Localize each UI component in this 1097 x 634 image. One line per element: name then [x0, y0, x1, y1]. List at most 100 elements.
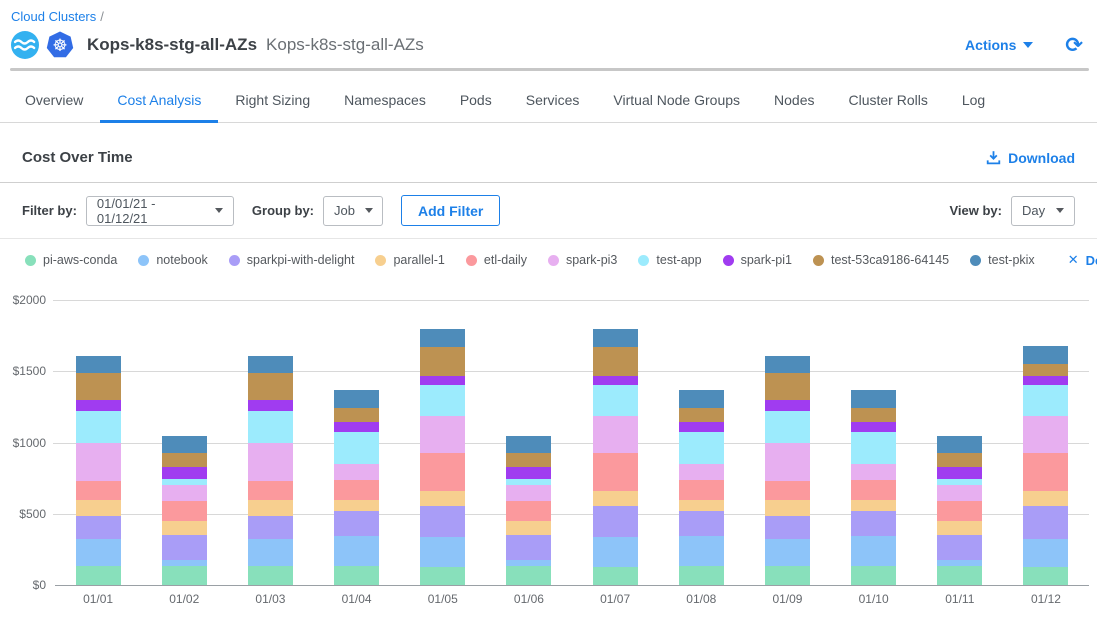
bar-segment-spark-pi1[interactable]: [593, 376, 638, 385]
bar-segment-spark-pi3[interactable]: [1023, 416, 1068, 454]
bar-01-10[interactable]: [851, 390, 896, 585]
bar-01-07[interactable]: [593, 329, 638, 585]
refresh-icon[interactable]: ⟳: [1065, 35, 1083, 56]
bar-segment-spark-pi3[interactable]: [76, 443, 121, 482]
bar-segment-parallel-1[interactable]: [334, 500, 379, 511]
bar-segment-pi-aws-conda[interactable]: [162, 566, 207, 585]
bar-01-08[interactable]: [679, 390, 724, 585]
bar-01-03[interactable]: [248, 356, 293, 585]
tab-namespaces[interactable]: Namespaces: [327, 92, 443, 123]
bar-segment-etl-daily[interactable]: [334, 480, 379, 500]
bar-segment-test-pkix[interactable]: [248, 356, 293, 373]
bar-segment-test-53ca9186-64145[interactable]: [593, 347, 638, 376]
bar-segment-sparkpi-with-delight[interactable]: [937, 535, 982, 560]
group-by-dropdown[interactable]: Job: [323, 196, 383, 226]
tab-cost-analysis[interactable]: Cost Analysis: [100, 92, 218, 123]
bar-segment-test-53ca9186-64145[interactable]: [334, 408, 379, 422]
bar-segment-parallel-1[interactable]: [593, 491, 638, 505]
date-range-dropdown[interactable]: 01/01/21 - 01/12/21: [86, 196, 234, 226]
bar-segment-test-pkix[interactable]: [1023, 346, 1068, 364]
bar-segment-parallel-1[interactable]: [1023, 491, 1068, 505]
bar-segment-parallel-1[interactable]: [162, 521, 207, 535]
bar-segment-test-pkix[interactable]: [593, 329, 638, 347]
bar-segment-test-app[interactable]: [1023, 385, 1068, 416]
bar-segment-test-53ca9186-64145[interactable]: [937, 453, 982, 467]
bar-segment-spark-pi1[interactable]: [334, 422, 379, 432]
bar-segment-pi-aws-conda[interactable]: [765, 566, 810, 585]
bar-segment-pi-aws-conda[interactable]: [593, 567, 638, 585]
bar-segment-test-app[interactable]: [248, 411, 293, 443]
bar-segment-notebook[interactable]: [76, 539, 121, 567]
bar-segment-test-pkix[interactable]: [937, 436, 982, 453]
bar-segment-spark-pi1[interactable]: [937, 467, 982, 478]
deselect-all-button[interactable]: ✕ Deselect All: [1068, 252, 1097, 268]
bar-segment-sparkpi-with-delight[interactable]: [162, 535, 207, 560]
bar-segment-notebook[interactable]: [593, 537, 638, 567]
bar-segment-spark-pi3[interactable]: [765, 443, 810, 482]
bar-segment-spark-pi1[interactable]: [851, 422, 896, 432]
bar-segment-test-pkix[interactable]: [506, 436, 551, 453]
bar-segment-spark-pi1[interactable]: [76, 400, 121, 411]
add-filter-button[interactable]: Add Filter: [401, 195, 500, 226]
bar-segment-test-app[interactable]: [420, 385, 465, 416]
bar-segment-spark-pi1[interactable]: [679, 422, 724, 432]
bar-segment-sparkpi-with-delight[interactable]: [593, 506, 638, 537]
download-button[interactable]: Download: [986, 150, 1075, 166]
bar-segment-test-53ca9186-64145[interactable]: [765, 373, 810, 400]
tab-overview[interactable]: Overview: [8, 92, 100, 123]
bar-segment-parallel-1[interactable]: [679, 500, 724, 511]
bar-segment-spark-pi1[interactable]: [420, 376, 465, 385]
bar-segment-parallel-1[interactable]: [851, 500, 896, 511]
bar-segment-etl-daily[interactable]: [248, 481, 293, 500]
tab-log[interactable]: Log: [945, 92, 1002, 123]
bar-segment-test-pkix[interactable]: [76, 356, 121, 373]
bar-segment-spark-pi3[interactable]: [851, 464, 896, 480]
bar-segment-notebook[interactable]: [679, 536, 724, 566]
bar-segment-etl-daily[interactable]: [76, 481, 121, 500]
tab-nodes[interactable]: Nodes: [757, 92, 831, 123]
bar-01-02[interactable]: [162, 436, 207, 585]
bar-segment-test-app[interactable]: [765, 411, 810, 443]
bar-segment-parallel-1[interactable]: [937, 521, 982, 535]
bar-segment-spark-pi3[interactable]: [506, 485, 551, 501]
bar-segment-test-pkix[interactable]: [679, 390, 724, 408]
legend-item[interactable]: notebook: [138, 253, 207, 267]
bar-segment-parallel-1[interactable]: [765, 500, 810, 516]
bar-01-05[interactable]: [420, 329, 465, 585]
bar-segment-sparkpi-with-delight[interactable]: [851, 511, 896, 536]
bar-segment-sparkpi-with-delight[interactable]: [420, 506, 465, 537]
bar-segment-etl-daily[interactable]: [851, 480, 896, 500]
tab-right-sizing[interactable]: Right Sizing: [218, 92, 327, 123]
bar-segment-etl-daily[interactable]: [593, 453, 638, 491]
bar-segment-pi-aws-conda[interactable]: [248, 566, 293, 585]
bar-segment-spark-pi1[interactable]: [248, 400, 293, 411]
bar-segment-sparkpi-with-delight[interactable]: [506, 535, 551, 560]
bar-segment-etl-daily[interactable]: [420, 453, 465, 491]
tab-pods[interactable]: Pods: [443, 92, 509, 123]
bar-segment-etl-daily[interactable]: [1023, 453, 1068, 491]
bar-01-11[interactable]: [937, 436, 982, 585]
bar-segment-sparkpi-with-delight[interactable]: [765, 516, 810, 539]
bar-segment-test-pkix[interactable]: [334, 390, 379, 408]
bar-segment-spark-pi3[interactable]: [248, 443, 293, 482]
bar-segment-test-pkix[interactable]: [420, 329, 465, 347]
bar-segment-spark-pi3[interactable]: [334, 464, 379, 480]
bar-segment-notebook[interactable]: [851, 536, 896, 566]
bar-01-06[interactable]: [506, 436, 551, 585]
bar-01-01[interactable]: [76, 356, 121, 585]
bar-segment-etl-daily[interactable]: [937, 501, 982, 520]
bar-segment-notebook[interactable]: [765, 539, 810, 567]
bar-segment-test-pkix[interactable]: [765, 356, 810, 373]
bar-segment-etl-daily[interactable]: [679, 480, 724, 500]
bar-segment-parallel-1[interactable]: [248, 500, 293, 516]
bar-segment-pi-aws-conda[interactable]: [679, 566, 724, 585]
bar-segment-test-pkix[interactable]: [162, 436, 207, 453]
legend-item[interactable]: etl-daily: [466, 253, 527, 267]
bar-segment-pi-aws-conda[interactable]: [1023, 567, 1068, 585]
bar-segment-pi-aws-conda[interactable]: [506, 566, 551, 585]
bar-segment-spark-pi1[interactable]: [506, 467, 551, 478]
tab-services[interactable]: Services: [509, 92, 597, 123]
breadcrumb-link-cloud-clusters[interactable]: Cloud Clusters: [11, 9, 96, 24]
bar-segment-sparkpi-with-delight[interactable]: [679, 511, 724, 536]
legend-item[interactable]: pi-aws-conda: [25, 253, 117, 267]
